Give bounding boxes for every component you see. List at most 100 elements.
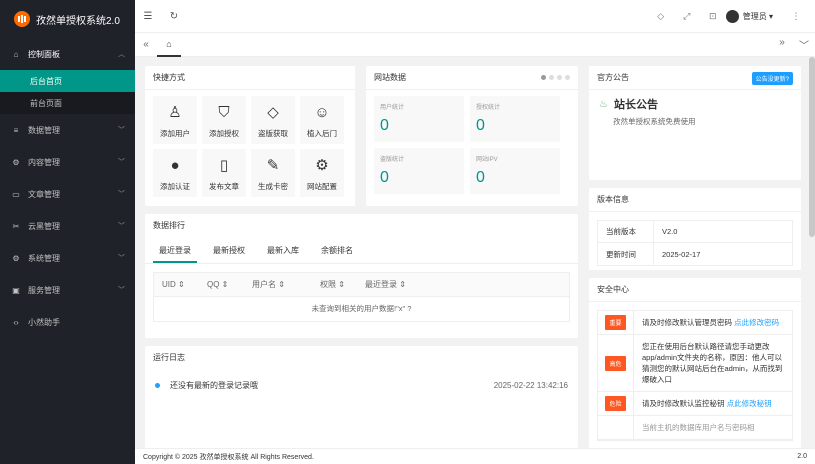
sidebar-item-label: 数据管理 <box>28 125 60 135</box>
security-text: 请及时修改默认监控秘钥 <box>642 399 727 408</box>
quick-label: 添加认证 <box>160 181 190 191</box>
app-logo[interactable]: 孜然单授权系统2.0 <box>0 0 135 38</box>
sidebar-item-label: 小然助手 <box>28 317 60 327</box>
sidebar-submenu: 后台首页 前台页面 <box>0 70 135 114</box>
tab-recent-login[interactable]: 最近登录 <box>153 239 197 263</box>
unlink-icon: ✂ <box>12 221 20 231</box>
log-card: 运行日志 还没有最新的登录记录哦 2025-02-22 13:42:16 <box>145 346 578 448</box>
avatar[interactable] <box>725 9 739 23</box>
lock-icon[interactable]: ⊡ <box>700 11 726 22</box>
quick-site-config[interactable]: ⚙ 网站配置 <box>300 149 344 197</box>
stat-value: 0 <box>476 117 485 134</box>
security-card: 安全中心 重要 请及时修改默认管理员密码 点此修改密码 高危 您正在使用后台默认… <box>589 278 801 448</box>
notice-heading: ♨ 站长公告 <box>589 90 801 112</box>
version-title: 版本信息 <box>589 188 801 212</box>
tab-home[interactable]: ⌂ <box>157 33 181 57</box>
col-permission[interactable]: 权限 ⇕ <box>312 279 357 290</box>
tag-icon[interactable]: ◇ <box>648 11 674 22</box>
carousel-dots[interactable] <box>541 75 570 80</box>
table-row: 危险 请及时修改默认监控秘钥 点此修改秘钥 <box>598 392 792 416</box>
chevron-down-icon: ﹀ <box>118 191 125 198</box>
user-name: 管理员 <box>742 11 767 21</box>
sidebar-item-cloudblack[interactable]: ✂ 云黑管理 ﹀ <box>0 210 135 242</box>
server-icon: ▣ <box>12 285 20 295</box>
sidebar-item-content[interactable]: ⚙ 内容管理 ﹀ <box>0 146 135 178</box>
stat-label: 用户统计 <box>380 105 405 111</box>
quick-label: 盗版获取 <box>258 128 288 138</box>
col-uid[interactable]: UID ⇕ <box>154 280 199 289</box>
diamond-icon: ◇ <box>267 103 279 121</box>
rank-title: 数据排行 <box>153 221 185 230</box>
stat-label: 授权统计 <box>476 105 501 111</box>
tab-new-storage[interactable]: 最新入库 <box>261 239 305 263</box>
rank-tabs: 最近登录 最新授权 最新入库 余额排名 <box>145 238 578 264</box>
sidebar-item-data[interactable]: ≡ 数据管理 ﹀ <box>0 114 135 146</box>
sidebar-item-assistant[interactable]: ‹› 小然助手 <box>0 306 135 338</box>
footer: Copyright © 2025 孜然单授权系统 All Rights Rese… <box>135 448 815 464</box>
table-row: 当前主机的数据库用户名与密码相 <box>598 416 792 440</box>
log-time: 2025-02-22 13:42:16 <box>493 381 568 390</box>
palette-icon: ☺ <box>314 103 330 121</box>
quick-label: 植入后门 <box>307 128 337 138</box>
gear-icon: ⚙ <box>12 253 20 263</box>
quick-add-license[interactable]: ⛉ 添加授权 <box>202 96 246 144</box>
sidebar-item-system[interactable]: ⚙ 系统管理 ﹀ <box>0 242 135 274</box>
quick-backdoor[interactable]: ☺ 植入后门 <box>300 96 344 144</box>
database-icon: ≡ <box>13 125 19 135</box>
sidebar: 孜然单授权系统2.0 ⌂ 控制面板 ︿ 后台首页 前台页面 ≡ 数据管理 ﹀ ⚙… <box>0 0 135 464</box>
stat-value: 0 <box>380 169 389 186</box>
book-icon: ▭ <box>12 189 20 199</box>
compass-icon: ● <box>170 156 180 174</box>
menu-toggle-icon[interactable]: ☰ <box>135 11 161 22</box>
rank-table: UID ⇕ QQ ⇕ 用户名 ⇕ 权限 ⇕ 最近登录 ⇕ 未查询到相关的用户数据… <box>153 272 570 322</box>
quick-label: 网站配置 <box>307 181 337 191</box>
sidebar-item-service[interactable]: ▣ 服务管理 ﹀ <box>0 274 135 306</box>
sidebar-item-label: 控制面板 <box>28 49 60 59</box>
top-header: ☰ ↻ ◇ ⤢ ⊡ 管理员 ▾ ⋮ <box>135 0 815 33</box>
tabs-dropdown-icon[interactable]: ﹀ <box>793 37 815 52</box>
quick-card-keys[interactable]: ✎ 生成卡密 <box>251 149 295 197</box>
refresh-icon[interactable]: ↻ <box>161 11 187 22</box>
col-label: 最近登录 <box>365 280 397 289</box>
quick-piracy[interactable]: ◇ 盗版获取 <box>251 96 295 144</box>
quick-add-user[interactable]: ♙ 添加用户 <box>153 96 197 144</box>
notice-update-button[interactable]: 公告没更新? <box>751 72 793 85</box>
tab-balance-rank[interactable]: 余额排名 <box>315 239 359 263</box>
settings-icon: ⚙ <box>12 157 20 167</box>
change-password-link[interactable]: 点此修改密码 <box>734 318 779 327</box>
col-username[interactable]: 用户名 ⇕ <box>244 279 312 290</box>
gear-icon: ⚙ <box>315 156 329 174</box>
version-table: 当前版本 V2.0 更新时间 2025-02-17 <box>597 220 793 266</box>
quick-publish[interactable]: ▯ 发布文章 <box>202 149 246 197</box>
table-row: 重要 请及时修改默认管理员密码 点此修改密码 <box>598 311 792 335</box>
quick-label: 生成卡密 <box>258 181 288 191</box>
notice-heading-text: 站长公告 <box>613 99 658 111</box>
stat-users: 用户统计 0 <box>374 96 464 142</box>
sidebar-item-articles[interactable]: ▭ 文章管理 ﹀ <box>0 178 135 210</box>
change-key-link[interactable]: 点此修改秘钥 <box>727 399 772 408</box>
version-value: V2.0 <box>662 227 678 236</box>
footer-version: 2.0 <box>797 453 807 460</box>
fullscreen-icon[interactable]: ⤢ <box>674 11 700 22</box>
col-last-login[interactable]: 最近登录 ⇕ <box>357 279 406 290</box>
sidebar-subitem-admin-home[interactable]: 后台首页 <box>0 70 135 92</box>
tabs-right-icon[interactable]: » <box>771 37 793 52</box>
more-icon[interactable]: ⋮ <box>783 11 809 22</box>
tabs-left-icon[interactable]: « <box>135 39 157 50</box>
empty-message: 未查询到相关的用户数据!"x" ? <box>311 304 412 313</box>
col-qq[interactable]: QQ ⇕ <box>199 280 244 289</box>
chevron-up-icon: ︿ <box>118 51 125 58</box>
sidebar-item-dashboard[interactable]: ⌂ 控制面板 ︿ <box>0 38 135 70</box>
quick-add-auth[interactable]: ● 添加认证 <box>153 149 197 197</box>
stats-card: 网站数据 用户统计 0 授权统计 0 盗版统计 0 网站IPV 0 <box>366 66 578 206</box>
quick-label: 添加用户 <box>160 128 190 138</box>
quick-label: 发布文章 <box>209 181 239 191</box>
stat-value: 0 <box>476 169 485 186</box>
sidebar-item-label: 文章管理 <box>28 189 60 199</box>
col-label: QQ <box>207 280 220 289</box>
sidebar-subitem-frontend[interactable]: 前台页面 <box>0 92 135 114</box>
tab-new-license[interactable]: 最新授权 <box>207 239 251 263</box>
user-menu[interactable]: 管理员 ▾ <box>743 11 773 22</box>
scrollbar[interactable] <box>809 57 815 237</box>
chevron-down-icon: ﹀ <box>118 127 125 134</box>
